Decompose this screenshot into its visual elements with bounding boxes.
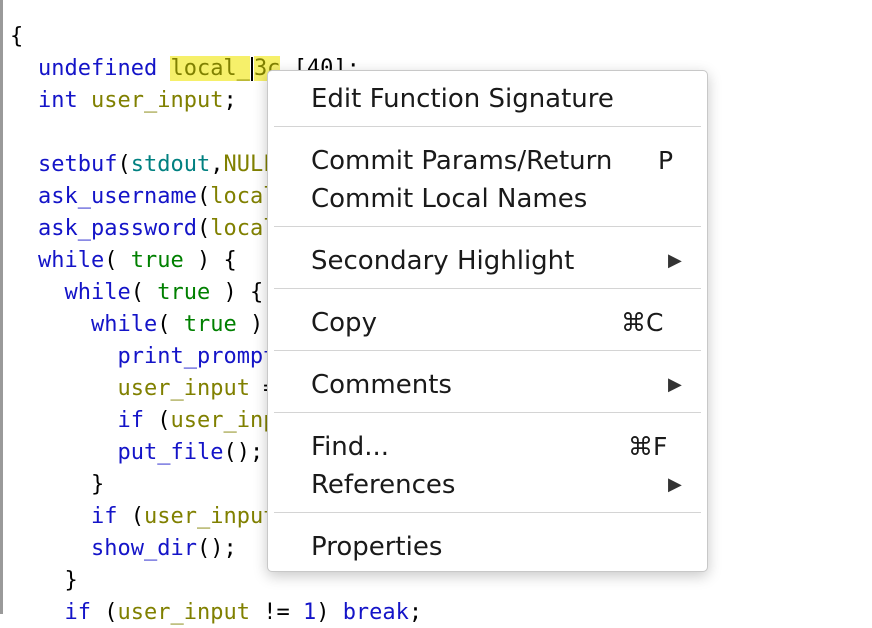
code-token[interactable]: , bbox=[210, 152, 223, 177]
code-line[interactable]: int user_input; bbox=[38, 86, 237, 116]
code-token[interactable]: while bbox=[65, 280, 131, 305]
code-token[interactable]: while bbox=[91, 312, 157, 337]
submenu-arrow-icon: ▶ bbox=[668, 374, 682, 395]
code-token[interactable]: != bbox=[250, 600, 303, 625]
code-token[interactable]: user_input bbox=[91, 88, 223, 113]
menu-item-label: References bbox=[311, 470, 456, 500]
code-line[interactable]: } bbox=[38, 566, 77, 596]
code-token[interactable]: } bbox=[38, 568, 77, 593]
menu-item-secondary-highlight[interactable]: Secondary Highlight ▶ bbox=[268, 243, 707, 279]
menu-item-label: Secondary Highlight bbox=[311, 246, 575, 276]
menu-item-comments[interactable]: Comments ▶ bbox=[268, 367, 707, 403]
code-token[interactable]: setbuf bbox=[38, 152, 117, 177]
menu-separator bbox=[274, 512, 701, 513]
code-token[interactable]: { bbox=[10, 24, 23, 49]
code-token[interactable]: (); bbox=[197, 536, 237, 561]
code-line[interactable]: { bbox=[10, 22, 23, 52]
shortcut-label: ⌘C bbox=[621, 308, 664, 337]
code-token[interactable]: if bbox=[91, 504, 118, 529]
code-token[interactable]: ( bbox=[117, 152, 130, 177]
menu-separator bbox=[274, 226, 701, 227]
shortcut-label: P bbox=[658, 146, 674, 175]
menu-item-references[interactable]: References ▶ bbox=[268, 467, 707, 503]
code-token[interactable]: user_input bbox=[144, 504, 276, 529]
menu-item-label: Commit Params/Return bbox=[311, 146, 613, 176]
menu-separator bbox=[274, 288, 701, 289]
code-token[interactable]: ) bbox=[316, 600, 343, 625]
code-token[interactable]: show_dir bbox=[91, 536, 197, 561]
code-line[interactable]: while( true ) { bbox=[38, 310, 290, 340]
menu-separator bbox=[274, 350, 701, 351]
highlighted-token[interactable]: local_ bbox=[170, 56, 250, 81]
code-token[interactable]: (); bbox=[223, 440, 263, 465]
code-token[interactable]: ( bbox=[197, 216, 210, 241]
menu-separator bbox=[274, 126, 701, 127]
menu-item-label: Properties bbox=[311, 532, 443, 562]
code-token[interactable]: put_file bbox=[117, 440, 223, 465]
code-token[interactable]: break bbox=[343, 600, 409, 625]
menu-item-copy[interactable]: Copy ⌘C bbox=[268, 305, 707, 341]
code-token[interactable]: int bbox=[38, 88, 91, 113]
menu-separator bbox=[274, 412, 701, 413]
menu-item-label: Commit Local Names bbox=[311, 184, 588, 214]
code-token[interactable]: ; bbox=[223, 88, 236, 113]
menu-item-label: Edit Function Signature bbox=[311, 84, 614, 114]
code-line[interactable]: while( true ) { bbox=[38, 246, 237, 276]
submenu-arrow-icon: ▶ bbox=[668, 250, 682, 271]
shortcut-label: ⌘F bbox=[628, 432, 668, 461]
code-token[interactable]: ) { bbox=[210, 280, 263, 305]
code-token[interactable]: ( bbox=[117, 504, 144, 529]
code-line[interactable]: setbuf(stdout,NULL); bbox=[38, 150, 303, 180]
code-token[interactable] bbox=[38, 440, 117, 465]
code-token[interactable]: stdout bbox=[131, 152, 210, 177]
code-token[interactable] bbox=[38, 504, 91, 529]
code-token[interactable]: ( bbox=[157, 312, 184, 337]
code-line[interactable]: } bbox=[38, 470, 104, 500]
code-token[interactable]: true bbox=[157, 280, 210, 305]
code-token[interactable]: true bbox=[184, 312, 237, 337]
code-token[interactable]: ( bbox=[144, 408, 170, 433]
code-token[interactable] bbox=[38, 312, 91, 337]
code-token[interactable]: print_prompt bbox=[117, 344, 276, 369]
context-menu: Edit Function Signature Commit Params/Re… bbox=[267, 70, 708, 572]
code-token[interactable]: true bbox=[131, 248, 184, 273]
code-line[interactable]: while( true ) { bbox=[38, 278, 264, 308]
code-token[interactable]: ( bbox=[91, 600, 117, 625]
menu-item-label: Comments bbox=[311, 370, 452, 400]
submenu-arrow-icon: ▶ bbox=[668, 474, 682, 495]
code-token[interactable]: ; bbox=[409, 600, 422, 625]
text-cursor bbox=[250, 57, 253, 81]
code-line[interactable]: if (user_input != 1) break; bbox=[38, 598, 423, 628]
code-token[interactable]: user_input bbox=[117, 376, 249, 401]
code-token[interactable] bbox=[38, 600, 65, 625]
menu-item-commit-local-names[interactable]: Commit Local Names bbox=[268, 181, 707, 217]
code-token[interactable]: if bbox=[65, 600, 92, 625]
code-token[interactable]: ( bbox=[131, 280, 158, 305]
code-token[interactable]: while bbox=[38, 248, 104, 273]
code-token[interactable] bbox=[38, 408, 117, 433]
code-token[interactable]: undefined bbox=[38, 56, 170, 81]
code-token[interactable]: ) { bbox=[184, 248, 237, 273]
code-token[interactable]: user_input bbox=[118, 600, 250, 625]
code-token[interactable] bbox=[38, 536, 91, 561]
code-line[interactable]: show_dir(); bbox=[38, 534, 237, 564]
code-token[interactable]: ( bbox=[197, 184, 210, 209]
menu-item-properties[interactable]: Properties bbox=[268, 529, 707, 565]
code-token[interactable]: } bbox=[38, 472, 104, 497]
code-line[interactable]: put_file(); bbox=[38, 438, 263, 468]
menu-item-find[interactable]: Find... ⌘F bbox=[268, 429, 707, 465]
code-token[interactable]: ask_username bbox=[38, 184, 197, 209]
code-token[interactable]: ask_password bbox=[38, 216, 197, 241]
code-token[interactable] bbox=[38, 280, 65, 305]
menu-item-commit-params-return[interactable]: Commit Params/Return P bbox=[268, 143, 707, 179]
menu-item-label: Copy bbox=[311, 308, 377, 338]
menu-item-edit-function-signature[interactable]: Edit Function Signature bbox=[268, 81, 707, 117]
code-token[interactable] bbox=[38, 376, 117, 401]
menu-item-label: Find... bbox=[311, 432, 390, 462]
code-token[interactable]: ( bbox=[104, 248, 131, 273]
code-token[interactable] bbox=[38, 344, 117, 369]
code-token[interactable]: 1 bbox=[303, 600, 316, 625]
code-token[interactable]: if bbox=[117, 408, 144, 433]
